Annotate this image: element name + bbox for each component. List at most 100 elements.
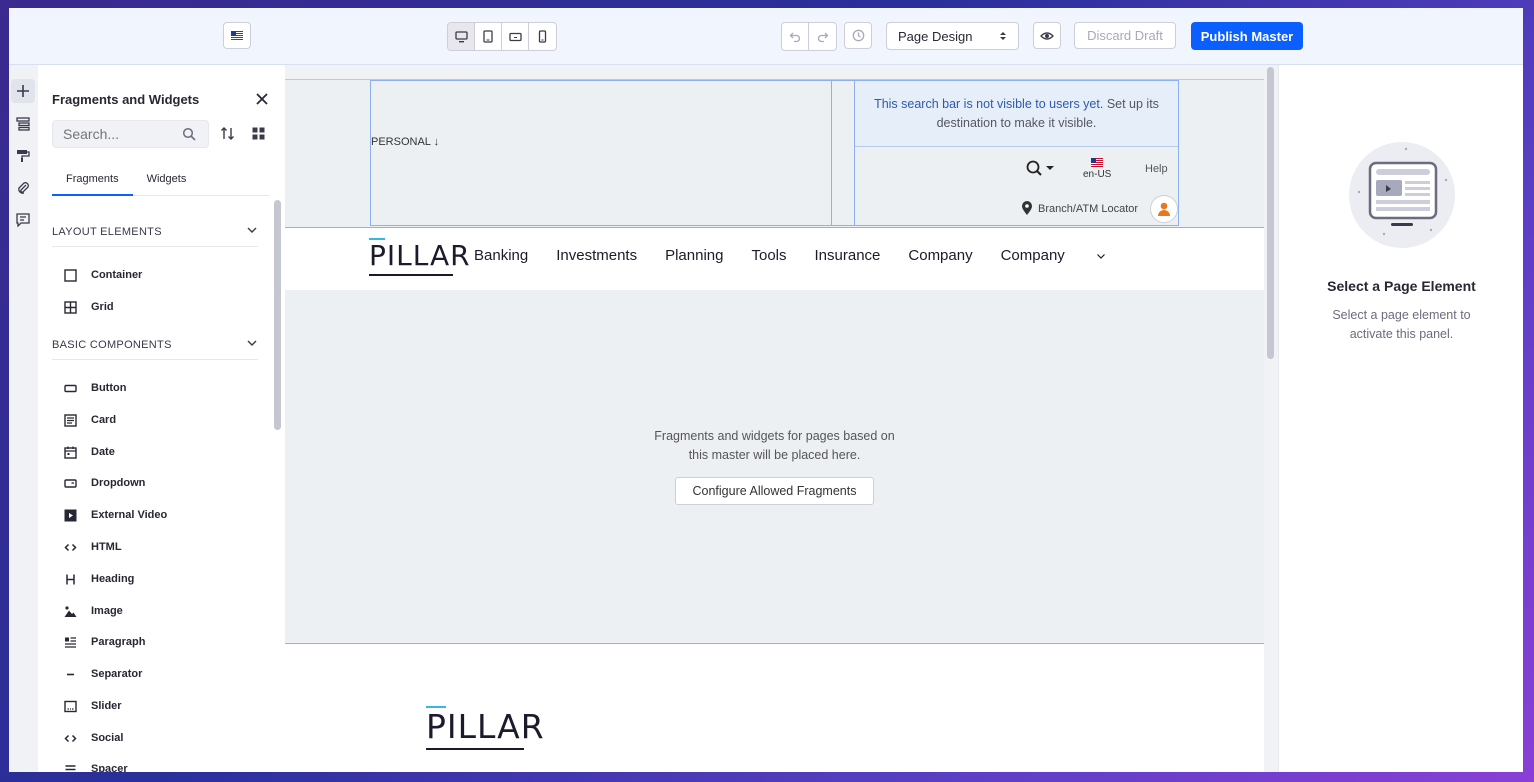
fragment-label: Button <box>91 382 127 394</box>
fragment-item-external-video[interactable]: External Video <box>62 505 167 525</box>
fragments-panel: Fragments and Widgets Fragments Widgets … <box>38 65 286 772</box>
page-editor: Page Design Discard Draft Publish Master… <box>9 8 1523 772</box>
personal-label: PERSONAL <box>371 136 431 148</box>
fragment-item-card[interactable]: Card <box>62 410 116 430</box>
slider-icon <box>62 698 78 714</box>
tablet-view-button[interactable] <box>475 23 502 50</box>
landscape-phone-view-button[interactable] <box>502 23 529 50</box>
fragment-item-html[interactable]: HTML <box>62 537 122 557</box>
fragment-label: Date <box>91 446 115 458</box>
branch-locator-link[interactable]: Branch/ATM Locator <box>1021 201 1138 216</box>
search-icon[interactable] <box>182 127 196 141</box>
nav-dropdown-company[interactable]: Company <box>1001 247 1106 264</box>
master-drop-zone[interactable]: Fragments and widgets for pages based on… <box>285 290 1264 642</box>
fragment-item-image[interactable]: Image <box>62 601 123 621</box>
desktop-view-button[interactable] <box>448 23 475 50</box>
section-title: BASIC COMPONENTS <box>52 339 172 351</box>
header-gap-column <box>832 80 854 226</box>
panel-scrollbar[interactable] <box>274 200 281 430</box>
nav-link-banking[interactable]: Banking <box>474 247 528 264</box>
fragment-item-heading[interactable]: Heading <box>62 569 134 589</box>
help-link[interactable]: Help <box>1145 163 1168 175</box>
rail-fragments-button[interactable] <box>11 79 35 103</box>
rail-mapping-button[interactable] <box>11 176 35 200</box>
nav-link-planning[interactable]: Planning <box>665 247 723 264</box>
paragraph-icon <box>62 634 78 650</box>
fragment-label: Separator <box>91 668 143 680</box>
nav-link-tools[interactable]: Tools <box>751 247 786 264</box>
fragment-item-spacer[interactable]: Spacer <box>62 759 128 772</box>
redo-button[interactable] <box>809 23 836 50</box>
fragment-item-separator[interactable]: Separator <box>62 664 142 684</box>
header-search-button[interactable] <box>1025 160 1057 183</box>
locator-label: Branch/ATM Locator <box>1038 202 1139 215</box>
fragment-item-button[interactable]: Button <box>62 378 126 398</box>
button-icon <box>62 380 78 396</box>
language-picker[interactable]: en-US <box>1083 158 1111 180</box>
rail-structure-button[interactable] <box>11 112 35 136</box>
chevron-down-icon <box>1096 253 1105 259</box>
section-layout-elements[interactable]: LAYOUT ELEMENTS <box>52 226 258 247</box>
history-icon <box>852 29 864 42</box>
publish-master-button[interactable]: Publish Master <box>1191 22 1303 50</box>
sidebar-rail <box>9 65 39 772</box>
language-selector-button[interactable] <box>223 22 251 49</box>
fragment-item-paragraph[interactable]: Paragraph <box>62 632 145 652</box>
paint-roller-icon <box>17 150 30 162</box>
undo-icon <box>789 32 801 42</box>
footer-pillar-logo[interactable]: PILLAR <box>426 706 544 750</box>
fragment-item-grid[interactable]: Grid <box>62 297 114 317</box>
search-field <box>52 120 209 148</box>
canvas-scrollbar[interactable] <box>1267 67 1274 359</box>
preview-button[interactable] <box>1033 22 1061 49</box>
nav-link-company[interactable]: Company <box>908 247 972 264</box>
comments-icon <box>16 213 30 227</box>
footer-section[interactable]: PILLAR <box>285 643 1264 772</box>
fragment-item-dropdown[interactable]: Dropdown <box>62 473 145 493</box>
configure-allowed-fragments-button[interactable]: Configure Allowed Fragments <box>675 477 874 505</box>
chevron-down-icon <box>247 340 257 346</box>
header-left-column[interactable] <box>370 80 832 226</box>
tab-widgets[interactable]: Widgets <box>133 169 201 194</box>
rail-comments-button[interactable] <box>11 208 35 232</box>
user-icon <box>1158 202 1170 216</box>
undo-button[interactable] <box>782 23 809 50</box>
empty-state-illustration <box>1349 142 1455 248</box>
sort-icon[interactable] <box>220 126 235 141</box>
map-marker-icon <box>1022 201 1032 215</box>
tab-fragments[interactable]: Fragments <box>52 169 133 196</box>
fragment-item-slider[interactable]: Slider <box>62 696 122 716</box>
plus-icon <box>17 85 29 97</box>
panel-tabs: Fragments Widgets <box>52 169 270 196</box>
paperclip-icon <box>18 182 29 194</box>
portrait-phone-view-button[interactable] <box>529 23 556 50</box>
personal-dropdown[interactable]: PERSONAL ↓ <box>371 136 439 148</box>
empty-state-description: Select a page element to activate this p… <box>1332 308 1471 341</box>
flag-us-icon <box>1091 158 1104 167</box>
close-icon[interactable] <box>254 91 270 107</box>
logo-text: PILLAR <box>369 239 471 272</box>
fragment-label: Spacer <box>91 763 128 772</box>
fragment-label: Heading <box>91 573 135 585</box>
history-button[interactable] <box>844 22 872 49</box>
mode-select[interactable]: Page Design <box>886 22 1019 50</box>
pillar-logo[interactable]: PILLAR <box>369 238 470 276</box>
user-avatar-button[interactable] <box>1150 195 1178 223</box>
section-basic-components[interactable]: BASIC COMPONENTS <box>52 339 258 360</box>
main-navigation[interactable]: PILLAR Banking Investments Planning Tool… <box>285 227 1264 291</box>
page-canvas: PERSONAL ↓ This search bar is not visibl… <box>285 65 1278 772</box>
chevron-down-icon <box>247 227 257 233</box>
video-icon <box>62 507 78 523</box>
search-input[interactable] <box>53 121 188 147</box>
fragment-item-container[interactable]: Container <box>62 265 142 285</box>
discard-draft-button[interactable]: Discard Draft <box>1074 22 1176 49</box>
fragment-item-date[interactable]: Date <box>62 442 115 462</box>
nav-link-insurance[interactable]: Insurance <box>815 247 881 264</box>
fragment-item-social[interactable]: Social <box>62 728 123 748</box>
code-icon <box>62 730 78 746</box>
mode-select-value: Page Design <box>898 28 973 44</box>
fragment-label: HTML <box>91 541 122 553</box>
rail-styles-button[interactable] <box>11 144 35 168</box>
card-view-icon[interactable] <box>252 127 265 140</box>
nav-link-investments[interactable]: Investments <box>556 247 637 264</box>
